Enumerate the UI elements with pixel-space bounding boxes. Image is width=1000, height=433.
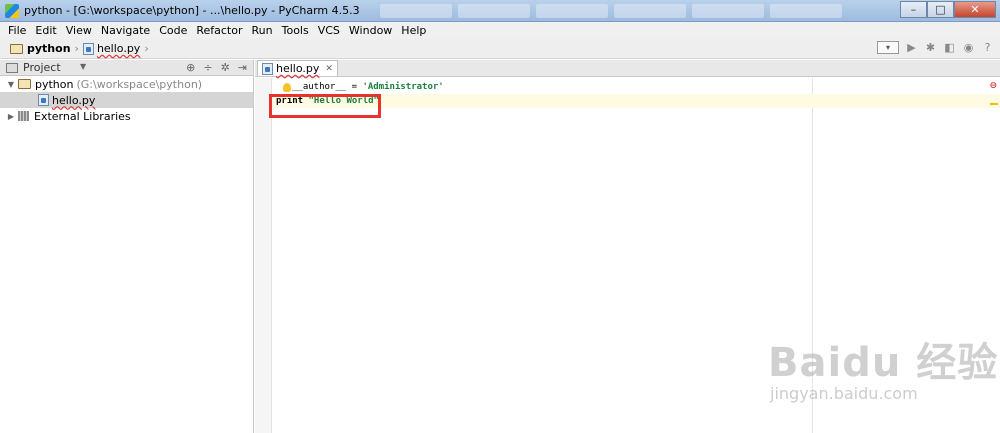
expand-down-icon[interactable]: ▼: [6, 80, 16, 89]
editor-tabs: hello.py ✕: [255, 60, 1000, 77]
tab-label: hello.py: [276, 62, 320, 75]
project-panel-header: Project ▼ ⊕ ÷ ✲ ⇥: [0, 60, 253, 76]
taskbar-tab[interactable]: [380, 4, 452, 18]
minimize-button[interactable]: –: [900, 1, 927, 18]
panel-tools: ⊕ ÷ ✲ ⇥: [186, 61, 247, 74]
tree-root-label: python: [35, 77, 74, 91]
profile-icon[interactable]: ◉: [962, 41, 975, 54]
code-operator: =: [346, 82, 363, 92]
breadcrumb-file[interactable]: hello.py: [97, 42, 140, 55]
menu-refactor[interactable]: Refactor: [196, 24, 242, 37]
window-title: python - [G:\workspace\python] - ...\hel…: [24, 4, 360, 17]
menu-vcs[interactable]: VCS: [318, 24, 340, 37]
editor-gutter: [255, 78, 272, 433]
run-icon[interactable]: ▶: [905, 41, 918, 54]
menu-edit[interactable]: Edit: [35, 24, 56, 37]
code-area[interactable]: __author__ = 'Administrator' print "Hell…: [272, 80, 1000, 108]
menu-tools[interactable]: Tools: [282, 24, 309, 37]
navigation-bar: python › hello.py › ▾ ▶ ✱ ◧ ◉ ?: [0, 39, 1000, 59]
chevron-down-icon[interactable]: ▼: [80, 62, 86, 71]
code-line-1[interactable]: __author__ = 'Administrator': [272, 80, 1000, 94]
close-button[interactable]: ✕: [954, 1, 996, 18]
folder-icon: [10, 43, 23, 54]
baidu-watermark: Baidu 经验 jingyan.baidu.com: [768, 330, 998, 403]
menu-navigate[interactable]: Navigate: [101, 24, 150, 37]
expand-right-icon[interactable]: ▶: [6, 112, 16, 121]
title-bar: python - [G:\workspace\python] - ...\hel…: [0, 0, 1000, 22]
maximize-button[interactable]: □: [927, 1, 954, 18]
watermark-logo: Baidu 经验: [768, 340, 999, 386]
menu-file[interactable]: File: [8, 24, 26, 37]
taskbar-tab[interactable]: [458, 4, 530, 18]
folder-icon: [18, 79, 31, 89]
pycharm-icon: [5, 3, 19, 18]
project-panel-title[interactable]: Project: [23, 61, 61, 74]
menu-help[interactable]: Help: [401, 24, 426, 37]
taskbar-tabs: [380, 4, 842, 18]
tab-hello-py[interactable]: hello.py ✕: [257, 60, 338, 76]
close-tab-icon[interactable]: ✕: [325, 64, 333, 74]
python-file-icon: [262, 62, 273, 75]
menu-code[interactable]: Code: [159, 24, 187, 37]
taskbar-tab[interactable]: [614, 4, 686, 18]
code-string: 'Administrator': [362, 82, 444, 92]
taskbar-tab[interactable]: [536, 4, 608, 18]
sync-icon[interactable]: ⊕: [186, 61, 195, 74]
coverage-icon[interactable]: ◧: [943, 41, 956, 54]
menu-window[interactable]: Window: [349, 24, 392, 37]
error-indicator-icon[interactable]: ⊖: [989, 81, 997, 91]
library-icon: [18, 111, 29, 121]
chevron-right-icon: ›: [74, 42, 79, 55]
menu-bar: File Edit View Navigate Code Refactor Ru…: [0, 22, 1000, 39]
breadcrumb-project[interactable]: python: [27, 42, 71, 55]
lightbulb-icon[interactable]: [283, 82, 291, 92]
window-controls: – □ ✕: [900, 1, 996, 18]
taskbar-tab[interactable]: [692, 4, 764, 18]
run-config-dropdown[interactable]: ▾: [877, 41, 899, 54]
collapse-icon[interactable]: ÷: [203, 61, 212, 74]
hide-icon[interactable]: ⇥: [238, 61, 247, 74]
code-line-2[interactable]: print "Hello World": [272, 94, 1000, 108]
help-icon[interactable]: ?: [981, 41, 994, 54]
highlight-annotation-box: [269, 94, 381, 118]
tree-root[interactable]: ▼ python (G:\workspace\python): [0, 76, 253, 92]
tree-libraries-label: External Libraries: [34, 109, 131, 123]
run-toolbar: ▾ ▶ ✱ ◧ ◉ ?: [877, 41, 994, 54]
code-variable: __author__: [292, 82, 347, 92]
tree-file-hello[interactable]: hello.py: [0, 92, 253, 108]
tree-root-path: (G:\workspace\python): [76, 77, 203, 91]
menu-run[interactable]: Run: [252, 24, 273, 37]
gear-icon[interactable]: ✲: [221, 61, 230, 74]
tree-file-label: hello.py: [52, 93, 96, 107]
chevron-right-icon: ›: [144, 42, 149, 55]
warning-stripe-mark[interactable]: [990, 103, 998, 105]
menu-view[interactable]: View: [66, 24, 92, 37]
taskbar-tab[interactable]: [770, 4, 842, 18]
debug-icon[interactable]: ✱: [924, 41, 937, 54]
python-file-icon: [82, 42, 94, 55]
tree-external-libraries[interactable]: ▶ External Libraries: [0, 108, 253, 124]
project-icon: [6, 62, 18, 73]
project-panel: Project ▼ ⊕ ÷ ✲ ⇥ ▼ python (G:\workspace…: [0, 60, 254, 433]
python-file-icon: [38, 94, 49, 106]
